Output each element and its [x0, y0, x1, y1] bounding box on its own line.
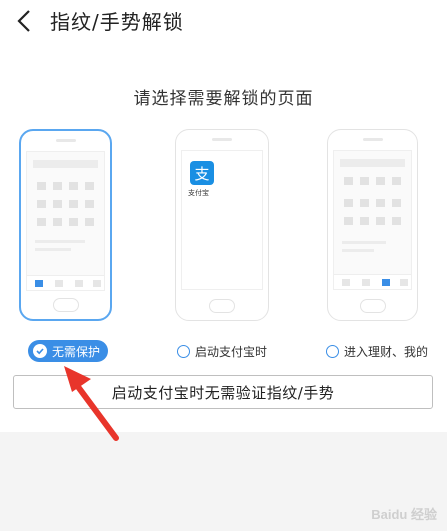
preview-no-protection[interactable] — [19, 129, 112, 321]
option-no-protection[interactable]: 无需保护 — [28, 340, 109, 362]
option-label: 进入理财、我的 — [344, 344, 429, 359]
preview-wealth-mine[interactable] — [327, 129, 418, 321]
check-icon — [33, 344, 47, 358]
home-button — [359, 299, 386, 313]
phone-screen — [333, 150, 412, 290]
svg-text:支: 支 — [194, 165, 209, 183]
home-button — [209, 299, 235, 313]
page-title: 指纹/手势解锁 — [50, 10, 184, 34]
option-label: 启动支付宝时 — [195, 344, 268, 359]
preview-launch-alipay[interactable]: 支 支付宝 — [175, 129, 269, 321]
header: 指纹/手势解锁 — [0, 0, 447, 44]
home-button — [52, 298, 79, 312]
phone-screen — [26, 151, 105, 291]
option-label: 无需保护 — [52, 344, 101, 359]
radio-icon — [177, 344, 190, 358]
phone-speaker — [55, 139, 76, 142]
option-launch-alipay[interactable]: 启动支付宝时 — [177, 340, 267, 362]
option-wealth-mine[interactable]: 进入理财、我的 — [326, 340, 428, 362]
radio-icon — [326, 344, 339, 358]
alipay-name: 支付宝 — [188, 189, 209, 197]
chevron-left-icon[interactable] — [14, 8, 36, 34]
phone-speaker — [212, 138, 232, 141]
alipay-icon: 支 — [190, 161, 214, 185]
watermark: Baidu 经验 — [371, 507, 437, 522]
phone-speaker — [362, 138, 383, 141]
phone-screen: 支 支付宝 — [181, 150, 263, 290]
skip-verify-button[interactable]: 启动支付宝时无需验证指纹/手势 — [13, 375, 433, 409]
subtitle: 请选择需要解锁的页面 — [133, 89, 314, 109]
